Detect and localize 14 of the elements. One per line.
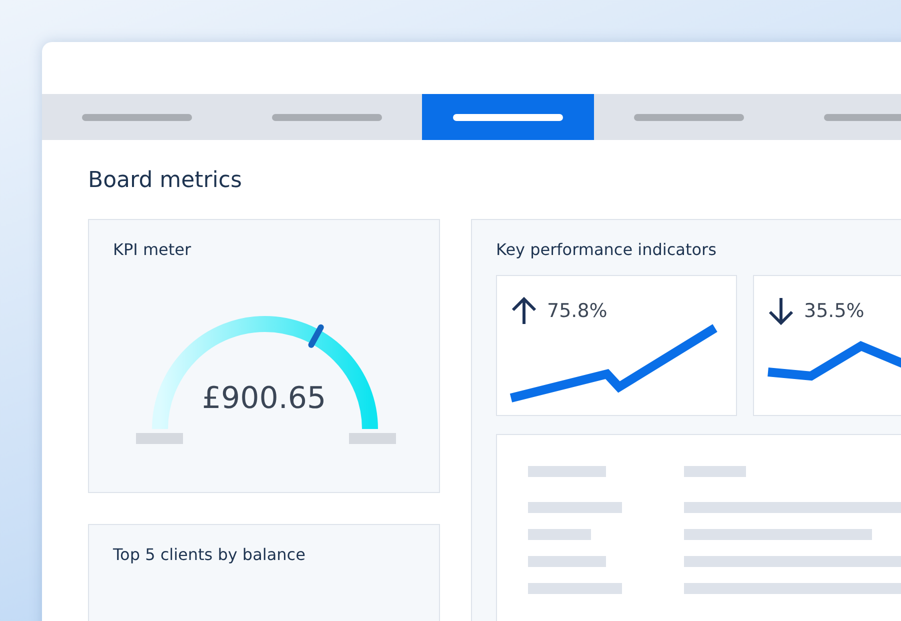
min-label-placeholder <box>136 433 183 444</box>
kpi-value: 35.5% <box>804 300 864 322</box>
page-title: Board metrics <box>88 168 243 193</box>
panel-title: Key performance indicators <box>496 240 716 259</box>
arrow-down-icon <box>766 296 796 326</box>
meter-value: £900.65 <box>202 381 326 416</box>
arrow-up-icon <box>509 296 539 326</box>
card-title: KPI meter <box>113 240 192 259</box>
tab[interactable] <box>422 94 594 140</box>
max-label-placeholder <box>349 433 396 444</box>
text-placeholder <box>528 529 591 540</box>
kpi-value: 75.8% <box>547 300 608 322</box>
text-placeholder <box>684 466 746 477</box>
card-title: Top 5 clients by balance <box>113 545 306 564</box>
